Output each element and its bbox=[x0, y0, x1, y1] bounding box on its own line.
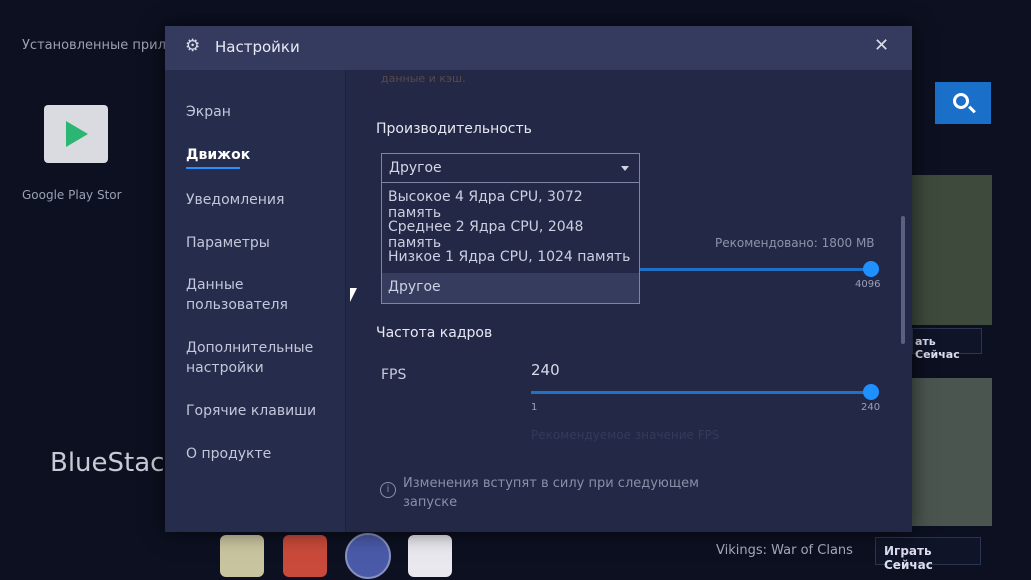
memory-recommended: Рекомендовано: 1800 MB bbox=[715, 236, 875, 250]
gift-icon[interactable] bbox=[283, 535, 327, 577]
restart-notice: Изменения вступят в силу при следующем з… bbox=[403, 476, 699, 510]
sidebar-item-about[interactable]: О продукте bbox=[186, 444, 271, 464]
memory-slider-handle[interactable] bbox=[863, 261, 879, 277]
fps-value: 240 bbox=[531, 361, 560, 379]
sidebar-item-notifications[interactable]: Уведомления bbox=[186, 190, 284, 210]
settings-sidebar: Экран Движок Уведомления Параметры Данны… bbox=[165, 70, 346, 532]
sidebar-item-engine[interactable]: Движок bbox=[186, 145, 250, 169]
memory-max-label: 4096 bbox=[855, 279, 881, 290]
search-button[interactable] bbox=[935, 82, 991, 124]
play-now-button[interactable]: Играть Сейчас bbox=[875, 537, 981, 572]
info-icon: i bbox=[380, 482, 396, 498]
vikings-thumbnail[interactable] bbox=[912, 378, 992, 526]
gear-icon: ⚙ bbox=[185, 36, 201, 56]
app-icon[interactable] bbox=[220, 535, 264, 577]
discord-icon[interactable] bbox=[345, 533, 391, 579]
play-now-button[interactable]: ать Сейчас bbox=[912, 328, 982, 361]
memory-slider-track[interactable] bbox=[635, 268, 871, 271]
app-label[interactable]: Google Play Stor bbox=[22, 188, 122, 202]
installed-apps-label: Установленные прило bbox=[22, 38, 174, 53]
close-icon[interactable]: ✕ bbox=[874, 35, 889, 56]
chevron-down-icon bbox=[621, 166, 629, 171]
game-thumbnail[interactable] bbox=[912, 175, 992, 325]
performance-heading: Производительность bbox=[376, 121, 532, 137]
option-other[interactable]: Другое bbox=[382, 273, 639, 303]
game-title: Vikings: War of Clans bbox=[716, 543, 853, 558]
faded-text: данные и кэш. bbox=[381, 72, 466, 85]
fps-max-label: 240 bbox=[861, 402, 881, 413]
fps-slider-track[interactable] bbox=[531, 391, 871, 394]
fps-min-label: 1 bbox=[531, 402, 538, 413]
sidebar-item-user-data[interactable]: Данные пользователя bbox=[186, 275, 296, 315]
fps-label: FPS bbox=[381, 367, 407, 383]
sidebar-item-advanced[interactable]: Дополнительные настройки bbox=[186, 338, 316, 378]
sidebar-item-hotkeys[interactable]: Горячие клавиши bbox=[186, 401, 316, 421]
google-play-icon[interactable] bbox=[44, 105, 108, 163]
selected-value: Другое bbox=[389, 160, 442, 176]
fps-heading: Частота кадров bbox=[376, 325, 493, 341]
performance-select[interactable]: Другое bbox=[381, 153, 640, 183]
sidebar-item-parameters[interactable]: Параметры bbox=[186, 233, 270, 253]
bluestacks-logo: BlueStack bbox=[50, 448, 180, 478]
settings-dialog: ⚙ Настройки ✕ Экран Движок Уведомления П… bbox=[165, 26, 912, 532]
dialog-title: Настройки bbox=[215, 38, 300, 56]
performance-dropdown: Высокое 4 Ядра CPU, 3072 память Среднее … bbox=[381, 182, 640, 304]
fps-recommended: Рекомендуемое значение FPS bbox=[531, 428, 720, 442]
app-icon[interactable] bbox=[408, 535, 452, 577]
option-high[interactable]: Высокое 4 Ядра CPU, 3072 память bbox=[382, 183, 639, 221]
scrollbar[interactable] bbox=[901, 216, 905, 344]
mouse-cursor bbox=[350, 288, 357, 302]
sidebar-item-screen[interactable]: Экран bbox=[186, 102, 231, 122]
dialog-header: ⚙ Настройки ✕ bbox=[165, 26, 912, 70]
fps-slider-handle[interactable] bbox=[863, 384, 879, 400]
